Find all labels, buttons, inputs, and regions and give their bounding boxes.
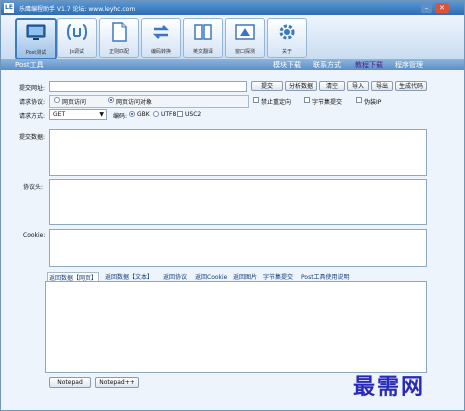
clear-button[interactable]: 清空 <box>319 81 345 91</box>
method-value: GET <box>53 111 66 118</box>
toolbar: Post测试 Js调试 正则匹配 编码转换 英文翻译 窗口探测 关于 <box>1 15 464 60</box>
main-window: LE 乐鹰编程助手 V1.7 论坛: www.leyhc.com – ✕ Pos… <box>0 0 465 411</box>
tool-label: 编码转换 <box>150 49 171 55</box>
import-button[interactable]: 导入 <box>347 81 369 91</box>
book-icon <box>194 24 212 40</box>
checkbox-label: 字节集提交 <box>312 99 343 106</box>
menu-module-download[interactable]: 模块下载 <box>273 60 301 70</box>
method-select[interactable]: GET ▼ <box>49 109 107 120</box>
encoding-label: 编码: <box>113 113 128 120</box>
tool-label: 窗口探测 <box>234 49 255 55</box>
cookie-label: Cookie: <box>23 232 46 239</box>
tab-return-text[interactable]: 返回数据【文本】 <box>105 272 153 281</box>
tool-label: 关于 <box>281 49 292 55</box>
byteset-submit-checkbox[interactable] <box>304 97 310 103</box>
result-panel[interactable] <box>45 281 427 373</box>
tab-return-protocol[interactable]: 返回协议 <box>163 272 187 281</box>
window-title: 乐鹰编程助手 V1.7 论坛: www.leyhc.com <box>19 6 136 13</box>
tool-about-button[interactable]: 关于 <box>267 18 307 58</box>
tab-byteset-submit[interactable]: 字节集提交 <box>263 272 293 281</box>
tool-label: 正则匹配 <box>108 49 129 55</box>
minimize-button[interactable]: – <box>421 3 432 13</box>
cookie-textarea[interactable] <box>49 229 427 267</box>
protocol-label: 请求协议: <box>19 99 46 106</box>
protocol-radio-web[interactable] <box>54 97 60 103</box>
tool-translate-button[interactable]: 英文翻译 <box>183 18 223 58</box>
no-redirect-checkbox[interactable] <box>253 97 259 103</box>
fake-ip-checkbox[interactable] <box>356 97 362 103</box>
headers-label: 协议头: <box>23 184 44 191</box>
watermark-logo: 最需网 <box>353 374 426 400</box>
gear-icon <box>279 24 295 40</box>
js-icon <box>67 24 87 40</box>
section-title: Post工具 <box>15 61 44 69</box>
encoding-option-label: GBK <box>137 111 150 118</box>
tab-post-help[interactable]: Post工具使用说明 <box>301 272 350 281</box>
tool-label: Post测试 <box>25 50 47 56</box>
protocol-option-label: 网页访问对象 <box>116 99 153 106</box>
tool-label: Js调试 <box>69 49 85 55</box>
notepad-button[interactable]: Notepad <box>49 377 91 388</box>
usc2-checkbox[interactable] <box>177 111 183 117</box>
notepadpp-button[interactable]: Notepad++ <box>95 377 139 388</box>
tab-return-cookie[interactable]: 返回Cookie <box>195 272 227 281</box>
encoding-option-label: UTF8 <box>161 111 177 118</box>
method-label: 请求方式: <box>19 113 46 120</box>
tab-return-image[interactable]: 返回图片 <box>233 272 257 281</box>
tool-encoding-button[interactable]: 编码转换 <box>141 18 181 58</box>
app-logo-icon: LE <box>4 3 14 13</box>
menu-tutorial-download[interactable]: 教程下载 <box>355 60 383 70</box>
url-input[interactable] <box>49 81 247 92</box>
checkbox-label: 伪装IP <box>364 99 382 106</box>
encoding-radio-utf8[interactable] <box>153 111 159 117</box>
post-data-textarea[interactable] <box>49 129 427 176</box>
checkbox-label: 禁止重定向 <box>261 99 292 106</box>
post-data-label: 提交数据: <box>19 134 46 141</box>
encoding-radio-gbk[interactable] <box>129 111 135 117</box>
tool-post-test-button[interactable]: Post测试 <box>15 18 57 60</box>
window-probe-icon <box>235 24 255 40</box>
close-button[interactable]: ✕ <box>435 3 449 13</box>
document-icon <box>112 22 127 42</box>
protocol-radio-web-object[interactable] <box>108 97 114 103</box>
title-bar: LE 乐鹰编程助手 V1.7 论坛: www.leyhc.com – ✕ <box>1 1 464 15</box>
protocol-option-label: 网页访问 <box>62 99 87 106</box>
headers-textarea[interactable] <box>49 179 427 225</box>
analyze-button[interactable]: 分析数据 <box>285 81 317 91</box>
tool-label: 英文翻译 <box>192 49 213 55</box>
submit-button[interactable]: 提交 <box>251 81 283 91</box>
section-bar: Post工具 模块下载 联系方式 教程下载 程序管理 <box>1 59 464 70</box>
monitor-icon <box>26 24 46 40</box>
tool-js-debug-button[interactable]: Js调试 <box>57 18 97 58</box>
convert-icon <box>152 25 170 39</box>
export-button[interactable]: 导出 <box>371 81 393 91</box>
generate-code-button[interactable]: 生成代码 <box>395 81 427 91</box>
usc2-label: USC2 <box>185 111 202 118</box>
menu-contact[interactable]: 联系方式 <box>313 60 341 70</box>
chevron-down-icon: ▼ <box>99 111 104 118</box>
url-label: 提交网址: <box>19 85 46 92</box>
menu-program-manage[interactable]: 程序管理 <box>395 60 423 70</box>
tool-regex-button[interactable]: 正则匹配 <box>99 18 139 58</box>
tool-window-probe-button[interactable]: 窗口探测 <box>225 18 265 58</box>
